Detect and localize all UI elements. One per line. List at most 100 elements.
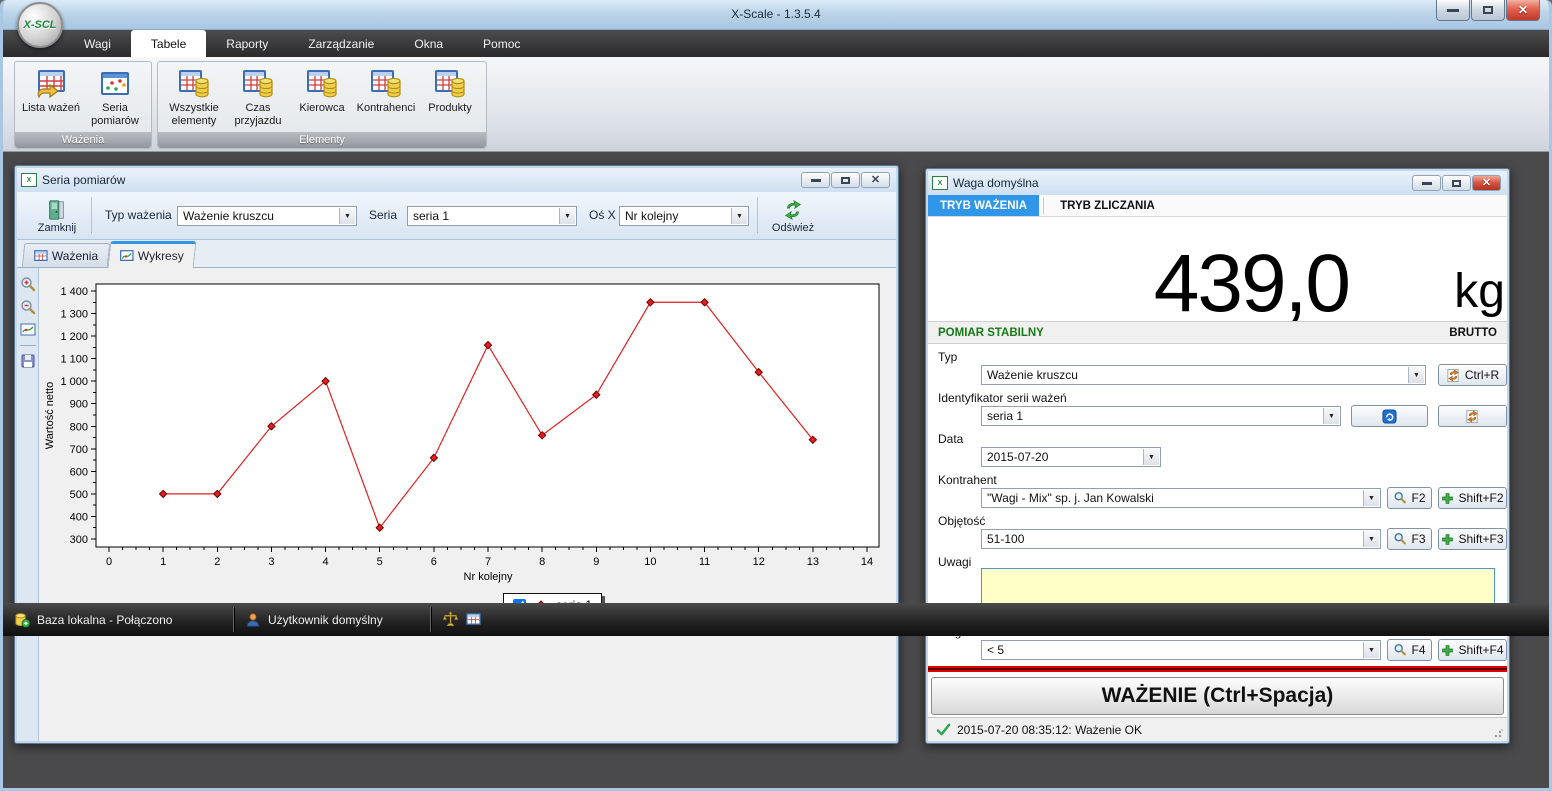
- chevron-down-icon[interactable]: ▼: [339, 208, 355, 224]
- menu-tab-okna[interactable]: Okna: [394, 30, 463, 57]
- resize-grip[interactable]: [1494, 728, 1504, 738]
- refresh-icon: [782, 199, 804, 221]
- table-db-icon: [434, 68, 466, 100]
- wilgoc-add-button[interactable]: Shift+F4: [1438, 639, 1507, 661]
- svg-text:6: 6: [431, 556, 437, 568]
- ribbon-group-label: Ważenia: [15, 132, 151, 148]
- ribbon-item-lista-wazen[interactable]: Lista ważeń: [19, 66, 83, 115]
- app-logo-icon[interactable]: X-SCL: [17, 2, 63, 48]
- close-icon: ✕: [1518, 4, 1528, 16]
- chevron-down-icon[interactable]: ▼: [1363, 642, 1379, 658]
- svg-text:14: 14: [861, 556, 873, 568]
- menu-tab-wagi[interactable]: Wagi: [64, 30, 131, 57]
- zoom-in-icon[interactable]: [20, 276, 36, 292]
- close-window-button[interactable]: Zamknij: [31, 194, 83, 238]
- close-button[interactable]: ✕: [1472, 175, 1501, 191]
- restore-button[interactable]: [1471, 0, 1505, 21]
- ribbon-item-kierowca[interactable]: Kierowca: [290, 66, 354, 115]
- typ-combobox[interactable]: Ważenie kruszcu ▼: [981, 365, 1426, 385]
- objetosc-add-button[interactable]: Shift+F3: [1438, 528, 1507, 550]
- wilgoc-combobox[interactable]: < 5 ▼: [981, 640, 1381, 660]
- objetosc-find-button[interactable]: F3: [1387, 528, 1432, 550]
- series-window-titlebar[interactable]: X Seria pomiarów ✕: [17, 168, 896, 192]
- svg-text:2: 2: [214, 556, 220, 568]
- scale-status-line: 2015-07-20 08:35:12: Ważenie OK: [928, 717, 1507, 741]
- tab-wykresy[interactable]: Wykresy: [108, 241, 197, 268]
- svg-text:13: 13: [807, 556, 819, 568]
- xaxis-combobox[interactable]: Nr kolejny ▼: [619, 206, 749, 226]
- svg-text:300: 300: [70, 534, 88, 546]
- minimize-icon: [1447, 9, 1459, 12]
- kontrahent-find-button[interactable]: F2: [1387, 487, 1432, 509]
- chevron-down-icon[interactable]: ▼: [1323, 408, 1339, 424]
- svg-text:800: 800: [70, 421, 88, 433]
- weight-display: 439,0 kg: [928, 217, 1507, 321]
- save-icon[interactable]: [20, 353, 36, 369]
- table-icon: [34, 249, 48, 263]
- brutto-label: BRUTTO: [1449, 327, 1497, 339]
- close-button[interactable]: ✕: [1506, 0, 1540, 21]
- typ-refresh-button[interactable]: Ctrl+R: [1438, 364, 1507, 386]
- kontrahent-label: Kontrahent: [938, 473, 997, 487]
- typ-label: Typ: [938, 350, 957, 364]
- svg-text:Nr kolejny: Nr kolejny: [464, 571, 513, 583]
- scale-window-titlebar[interactable]: X Waga domyślna ✕: [928, 171, 1507, 195]
- restore-button[interactable]: [831, 172, 860, 188]
- statusbar-device-section: [432, 603, 491, 636]
- weigh-action-button[interactable]: WAŻENIE (Ctrl+Spacja): [931, 677, 1504, 715]
- xaxis-label: Oś X: [589, 208, 616, 222]
- menu-tab-pomoc[interactable]: Pomoc: [463, 30, 540, 57]
- chevron-down-icon[interactable]: ▼: [1363, 531, 1379, 547]
- objetosc-combobox[interactable]: 51-100 ▼: [981, 529, 1381, 549]
- menu-tab-zarzadzanie[interactable]: Zarządzanie: [288, 30, 394, 57]
- type-label: Typ ważenia: [105, 208, 172, 222]
- chevron-down-icon[interactable]: ▼: [731, 208, 747, 224]
- seria-reload-button[interactable]: [1351, 405, 1428, 427]
- ribbon-item-kontrahenci[interactable]: Kontrahenci: [354, 66, 418, 115]
- tab-tryb-wazenia[interactable]: TRYB WAŻENIA: [928, 195, 1039, 216]
- seria-label: Identyfikator serii ważeń: [938, 391, 1067, 405]
- minimize-button[interactable]: [1436, 0, 1470, 21]
- tab-wazenia[interactable]: Ważenia: [22, 243, 111, 267]
- seria-combobox[interactable]: seria 1 ▼: [981, 406, 1341, 426]
- separator: [20, 345, 36, 346]
- minimize-button[interactable]: [801, 172, 830, 188]
- menu-tab-raporty[interactable]: Raporty: [206, 30, 288, 57]
- menu-tab-tabele[interactable]: Tabele: [131, 30, 206, 57]
- line-chart[interactable]: 0123456789101112131430040050060070080090…: [39, 268, 896, 741]
- restore-button[interactable]: [1442, 175, 1471, 191]
- zoom-out-icon[interactable]: [20, 299, 36, 315]
- ribbon-group-label: Elementy: [158, 132, 486, 148]
- title-bar[interactable]: X-Scale - 1.3.5.4 ✕: [0, 0, 1552, 30]
- series-label: Seria: [369, 208, 397, 222]
- svg-text:1: 1: [160, 556, 166, 568]
- ribbon-item-seria-pomiarow[interactable]: Seria pomiarów: [83, 66, 147, 127]
- svg-text:600: 600: [70, 466, 88, 478]
- tab-tryb-zliczania[interactable]: TRYB ZLICZANIA: [1048, 195, 1167, 216]
- chevron-down-icon[interactable]: ▼: [1408, 367, 1424, 383]
- type-combobox[interactable]: Ważenie kruszcu ▼: [177, 206, 357, 226]
- table-db-icon: [306, 68, 338, 100]
- series-combobox[interactable]: seria 1 ▼: [407, 206, 577, 226]
- database-connected-icon: [13, 611, 30, 628]
- weight-value: 439,0: [1154, 237, 1349, 331]
- ribbon-item-produkty[interactable]: Produkty: [418, 66, 482, 115]
- close-button[interactable]: ✕: [861, 172, 890, 188]
- chevron-down-icon[interactable]: ▼: [559, 208, 575, 224]
- minimize-button[interactable]: [1412, 175, 1441, 191]
- kontrahent-combobox[interactable]: "Wagi - Mix" sp. j. Jan Kowalski ▼: [981, 488, 1381, 508]
- user-icon: [245, 612, 261, 628]
- chart-image-icon[interactable]: [20, 322, 36, 338]
- ribbon-item-czas-przyjazdu[interactable]: Czas przyjazdu: [226, 66, 290, 127]
- seria-refresh-button[interactable]: [1438, 405, 1507, 427]
- chart-icon: [120, 249, 134, 263]
- svg-text:500: 500: [70, 489, 88, 501]
- wilgoc-find-button[interactable]: F4: [1387, 639, 1432, 661]
- statusbar-db-section: Baza lokalna - Połączono: [3, 603, 233, 636]
- chevron-down-icon[interactable]: ▼: [1143, 449, 1159, 465]
- chevron-down-icon[interactable]: ▼: [1363, 490, 1379, 506]
- ribbon-item-wszystkie-elementy[interactable]: Wszystkie elementy: [162, 66, 226, 127]
- refresh-button[interactable]: Odśwież: [765, 194, 821, 238]
- data-combobox[interactable]: 2015-07-20 ▼: [981, 447, 1161, 467]
- kontrahent-add-button[interactable]: Shift+F2: [1438, 487, 1507, 509]
